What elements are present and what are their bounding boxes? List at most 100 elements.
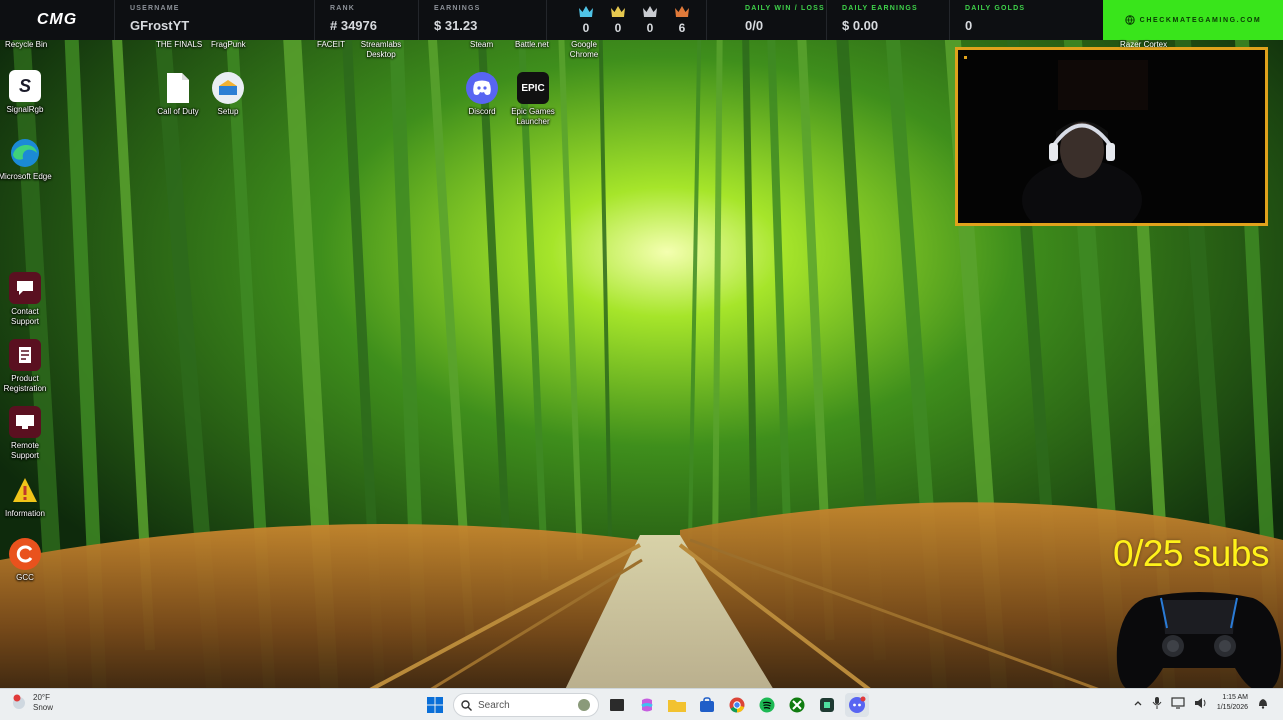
webcam-overlay	[955, 47, 1268, 226]
icon-label: Call of Duty	[157, 107, 199, 116]
desktop-icon-battlenet[interactable]: Battle.net	[515, 40, 549, 50]
signalrgb-icon: S	[9, 70, 41, 102]
information-icon	[9, 474, 41, 506]
taskbar-app-store[interactable]	[695, 693, 719, 717]
desktop-icon-remote-support[interactable]: Remote Support	[0, 406, 52, 460]
taskbar-app-generic[interactable]	[815, 693, 839, 717]
desktop-icon-setup[interactable]: Setup	[201, 72, 255, 117]
crown-counter: 0	[643, 6, 657, 40]
search-highlight-icon	[578, 699, 590, 711]
webcam-feed	[958, 50, 1265, 223]
desktop-icon-information[interactable]: Information	[0, 474, 52, 519]
gcc-icon	[9, 538, 41, 570]
search-placeholder: Search	[478, 699, 510, 711]
site-link[interactable]: CHECKMATEGAMING.COM	[1103, 0, 1283, 40]
app-icon	[820, 698, 834, 712]
desktop-icon-call-of-duty[interactable]: Call of Duty	[151, 72, 205, 117]
desktop-icon-recycle-bin[interactable]: Recycle Bin	[5, 40, 47, 50]
desktop-icon-signalrgb[interactable]: S SignalRgb	[0, 70, 52, 115]
crown-icon	[675, 6, 689, 17]
desktop-icon-the-finals[interactable]: THE FINALS	[156, 40, 202, 50]
crown-count: 6	[678, 21, 686, 35]
desktop-icon-contact-support[interactable]: Contact Support	[0, 272, 52, 326]
crown-counter: 6	[675, 6, 689, 40]
stats-bar: CMG USERNAME GFrostYT RANK # 34976 EARNI…	[0, 0, 1283, 40]
daily-earnings-label: DAILY EARNINGS	[842, 5, 918, 12]
daily-winloss-cell: DAILY WIN / LOSS 0/0	[707, 0, 827, 40]
desktop-icon-streamlabs[interactable]: Streamlabs Desktop	[358, 40, 404, 59]
crown-count: 0	[582, 21, 590, 35]
desktop-icon-chrome[interactable]: Google Chrome	[568, 40, 600, 59]
snow-icon	[13, 694, 25, 709]
icon-label: Contact Support	[10, 307, 40, 326]
clock-time: 1:15 AM	[1222, 694, 1248, 701]
earnings-value: $ 31.23	[434, 18, 478, 33]
xbox-icon	[789, 697, 805, 713]
taskbar-app-xbox[interactable]	[785, 693, 809, 717]
taskbar-app-terminal[interactable]	[605, 693, 629, 717]
remote-support-icon	[9, 406, 41, 438]
edge-icon	[9, 137, 41, 169]
copilot-icon	[641, 698, 653, 712]
desktop-icon-fragpunk[interactable]: FragPunk	[211, 40, 246, 50]
crown-icon	[579, 6, 593, 17]
cmg-logo[interactable]: CMG	[0, 0, 115, 40]
daily-golds-cell: DAILY GOLDS 0	[950, 0, 1070, 40]
epic-icon: EPIC	[517, 72, 549, 104]
windows-start-button[interactable]	[423, 693, 447, 717]
icon-label: Information	[4, 509, 46, 518]
spotify-icon	[759, 697, 775, 713]
taskbar-app-copilot[interactable]	[635, 693, 659, 717]
clock-date: 1/15/2026	[1216, 704, 1248, 711]
earnings-label: EARNINGS	[434, 5, 481, 12]
taskbar-apps: Search	[423, 693, 869, 717]
taskbar-search[interactable]: Search	[453, 693, 599, 717]
icon-label: SignalRgb	[6, 105, 44, 114]
weather-temp: 20°F	[33, 693, 50, 702]
microphone-icon[interactable]	[1152, 697, 1162, 709]
rank-value: # 34976	[330, 18, 377, 33]
network-icon[interactable]	[1171, 697, 1185, 709]
daily-earnings-cell: DAILY EARNINGS $ 0.00	[827, 0, 950, 40]
rank-label: RANK	[330, 5, 356, 12]
subs-goal-counter: 0/25 subs	[1113, 533, 1269, 574]
discord-icon	[849, 696, 866, 713]
daily-golds-label: DAILY GOLDS	[965, 5, 1026, 12]
desktop-icon-epic-games[interactable]: EPIC Epic Games Launcher	[506, 72, 560, 126]
crown-icon	[643, 6, 657, 17]
crown-icon	[611, 6, 625, 17]
rank-cell: RANK # 34976	[315, 0, 419, 40]
chevron-up-icon[interactable]	[1133, 698, 1143, 708]
earnings-cell: EARNINGS $ 31.23	[419, 0, 547, 40]
icon-label: Discord	[468, 107, 496, 116]
desktop-icon-edge[interactable]: Microsoft Edge	[0, 137, 52, 182]
desktop-icon-discord[interactable]: Discord	[455, 72, 509, 117]
controller-overlay	[1116, 592, 1282, 693]
desktop-icon-steam[interactable]: Steam	[470, 40, 493, 50]
discord-icon	[466, 72, 498, 104]
desktop-icon-faceit[interactable]: FACEIT	[317, 40, 345, 50]
taskbar-app-discord[interactable]	[845, 693, 869, 717]
username-cell: USERNAME GFrostYT	[115, 0, 315, 40]
globe-icon	[1124, 15, 1135, 25]
icon-label: GCC	[16, 573, 34, 582]
taskbar-app-chrome[interactable]	[725, 693, 749, 717]
taskbar-app-spotify[interactable]	[755, 693, 779, 717]
desktop-icon-product-registration[interactable]: Product Registration	[0, 339, 52, 393]
icon-label: Epic Games Launcher	[511, 107, 555, 126]
weather-condition: Snow	[33, 703, 54, 712]
notification-icon[interactable]	[1257, 697, 1269, 709]
taskbar-app-file-explorer[interactable]	[665, 693, 689, 717]
weather-widget[interactable]: 20°F Snow	[10, 693, 53, 713]
crown-counter: 0	[579, 6, 593, 40]
volume-icon[interactable]	[1194, 697, 1208, 709]
username-label: USERNAME	[130, 5, 180, 12]
site-url: CHECKMATEGAMING.COM	[1139, 16, 1262, 24]
taskbar: 20°F Snow Search 1:15 AM 1/15/2026	[0, 688, 1283, 720]
desktop-icon-razer-cortex[interactable]: Razer Cortex	[1120, 40, 1167, 49]
icon-label: Setup	[217, 107, 239, 116]
search-icon	[461, 699, 472, 711]
daily-earnings-value: $ 0.00	[842, 18, 879, 33]
clock[interactable]: 1:15 AM 1/15/2026	[1217, 693, 1248, 713]
desktop-icon-gcc[interactable]: GCC	[0, 538, 52, 583]
